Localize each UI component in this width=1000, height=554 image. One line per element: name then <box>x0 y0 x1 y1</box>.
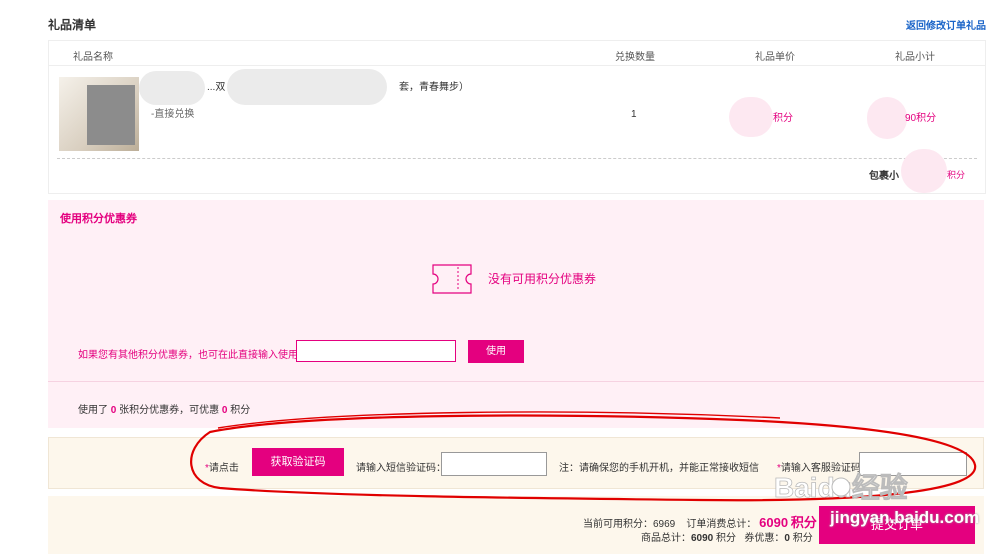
redaction-blob <box>901 149 947 193</box>
coupon-title: 使用积分优惠券 <box>60 213 137 225</box>
section-title: 礼品清单 <box>48 18 97 32</box>
row-divider <box>57 158 977 159</box>
goods-total-unit: 积分 <box>716 533 737 544</box>
other-coupon-label: 如果您有其他积分优惠券，也可在此直接输入使用 <box>78 350 298 361</box>
return-modify-link[interactable]: 返回修改订单礼品 <box>906 17 986 32</box>
coupon-summary-prefix: 使用了 <box>78 405 108 416</box>
shipping-value: 积分 <box>947 170 966 180</box>
coupon-divider <box>48 381 984 382</box>
product-name-prefix[interactable]: ...双 <box>207 78 225 93</box>
table-header: 礼品名称 兑换数量 礼品单价 礼品小计 <box>49 41 985 66</box>
redaction-blob <box>139 71 205 105</box>
no-coupon-message: 没有可用积分优惠券 <box>488 272 597 286</box>
redaction-blob <box>285 73 385 103</box>
coupon-ticket-icon <box>432 264 472 294</box>
redaction-blob <box>867 97 907 139</box>
item-unit-price: 积分 <box>773 113 793 124</box>
watermark-url: jingyan.baidu.com <box>830 508 980 527</box>
use-coupon-button[interactable]: 使用 <box>468 340 524 363</box>
pixelated-redaction <box>87 85 135 145</box>
coupon-code-input[interactable] <box>296 340 456 362</box>
gift-list-table: 礼品名称 兑换数量 礼品单价 礼品小计 ...双 套，青春舞步） -直接兑换 1… <box>48 40 986 194</box>
goods-total-value: 6090 <box>691 533 714 544</box>
item-subtotal: 90积分 <box>905 113 937 124</box>
column-header-quantity: 兑换数量 <box>615 52 655 63</box>
redaction-blob <box>729 97 773 137</box>
column-header-unit-price: 礼品单价 <box>755 52 795 63</box>
goods-total-label: 商品总计： <box>641 533 691 544</box>
product-thumbnail[interactable] <box>59 77 139 151</box>
item-quantity: 1 <box>631 109 637 120</box>
coupon-panel: 使用积分优惠券 没有可用积分优惠券 如果您有其他积分优惠券，也可在此直接输入使用… <box>48 200 984 428</box>
column-header-subtotal: 礼品小计 <box>895 52 935 63</box>
redeem-type: -直接兑换 <box>151 109 195 120</box>
coupon-count: 0 <box>110 405 117 416</box>
product-name-suffix[interactable]: 套，青春舞步） <box>399 78 469 93</box>
column-header-name: 礼品名称 <box>73 52 113 63</box>
shipping-label: 包裹小 <box>869 171 899 182</box>
